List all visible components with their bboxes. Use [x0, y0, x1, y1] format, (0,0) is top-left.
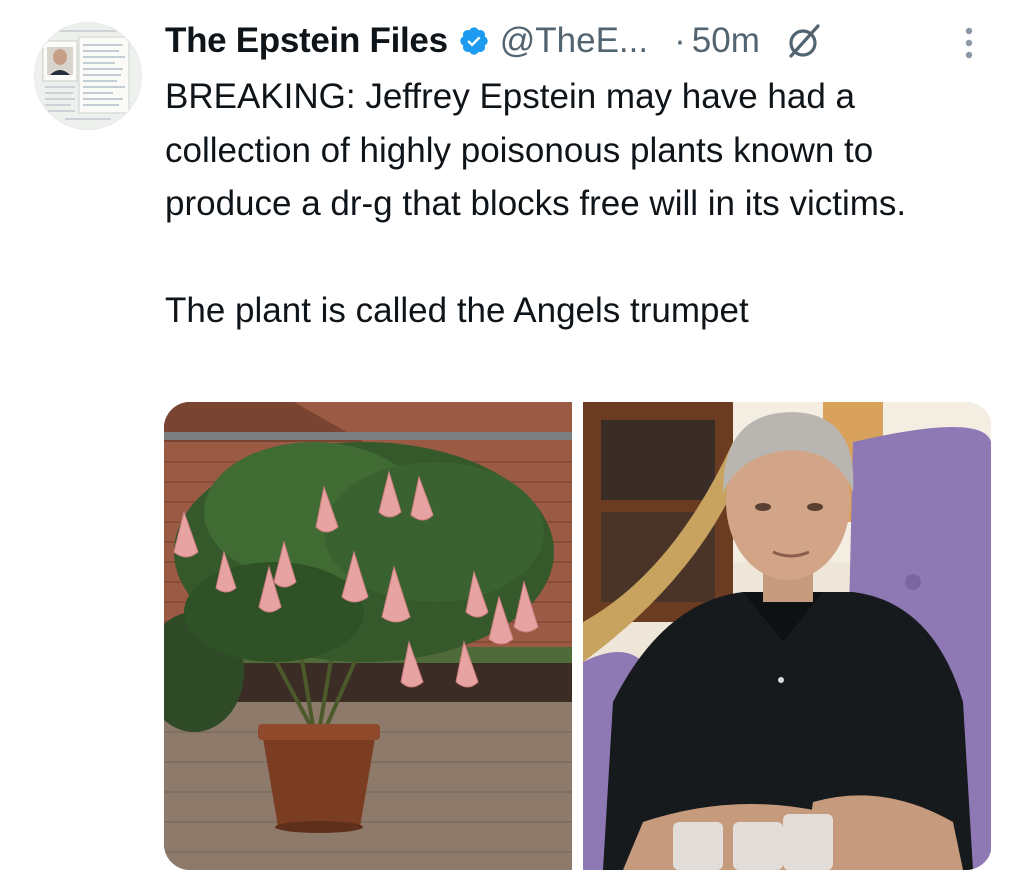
- more-options-icon[interactable]: [958, 22, 980, 66]
- grok-icon[interactable]: [784, 21, 824, 61]
- tweet-media: [164, 402, 992, 870]
- tweet-text: BREAKING: Jeffrey Epstein may have had a…: [165, 70, 985, 338]
- author-name[interactable]: The Epstein Files: [165, 21, 448, 61]
- document-collage-avatar: [35, 23, 141, 129]
- angels-trumpet-plant-photo[interactable]: [164, 402, 572, 870]
- tweet-time[interactable]: 50m: [692, 21, 760, 61]
- man-portrait-photo[interactable]: [583, 402, 991, 870]
- author-avatar[interactable]: [34, 22, 142, 130]
- separator-dot: ·: [674, 21, 686, 60]
- tweet-header: The Epstein Files @TheE... · 50m: [165, 14, 824, 68]
- tweet-paragraph-2: The plant is called the Angels trumpet: [165, 291, 749, 330]
- verified-badge-icon[interactable]: [458, 25, 490, 57]
- author-handle[interactable]: @TheE...: [500, 21, 648, 61]
- tweet-paragraph-1: BREAKING: Jeffrey Epstein may have had a…: [165, 77, 907, 223]
